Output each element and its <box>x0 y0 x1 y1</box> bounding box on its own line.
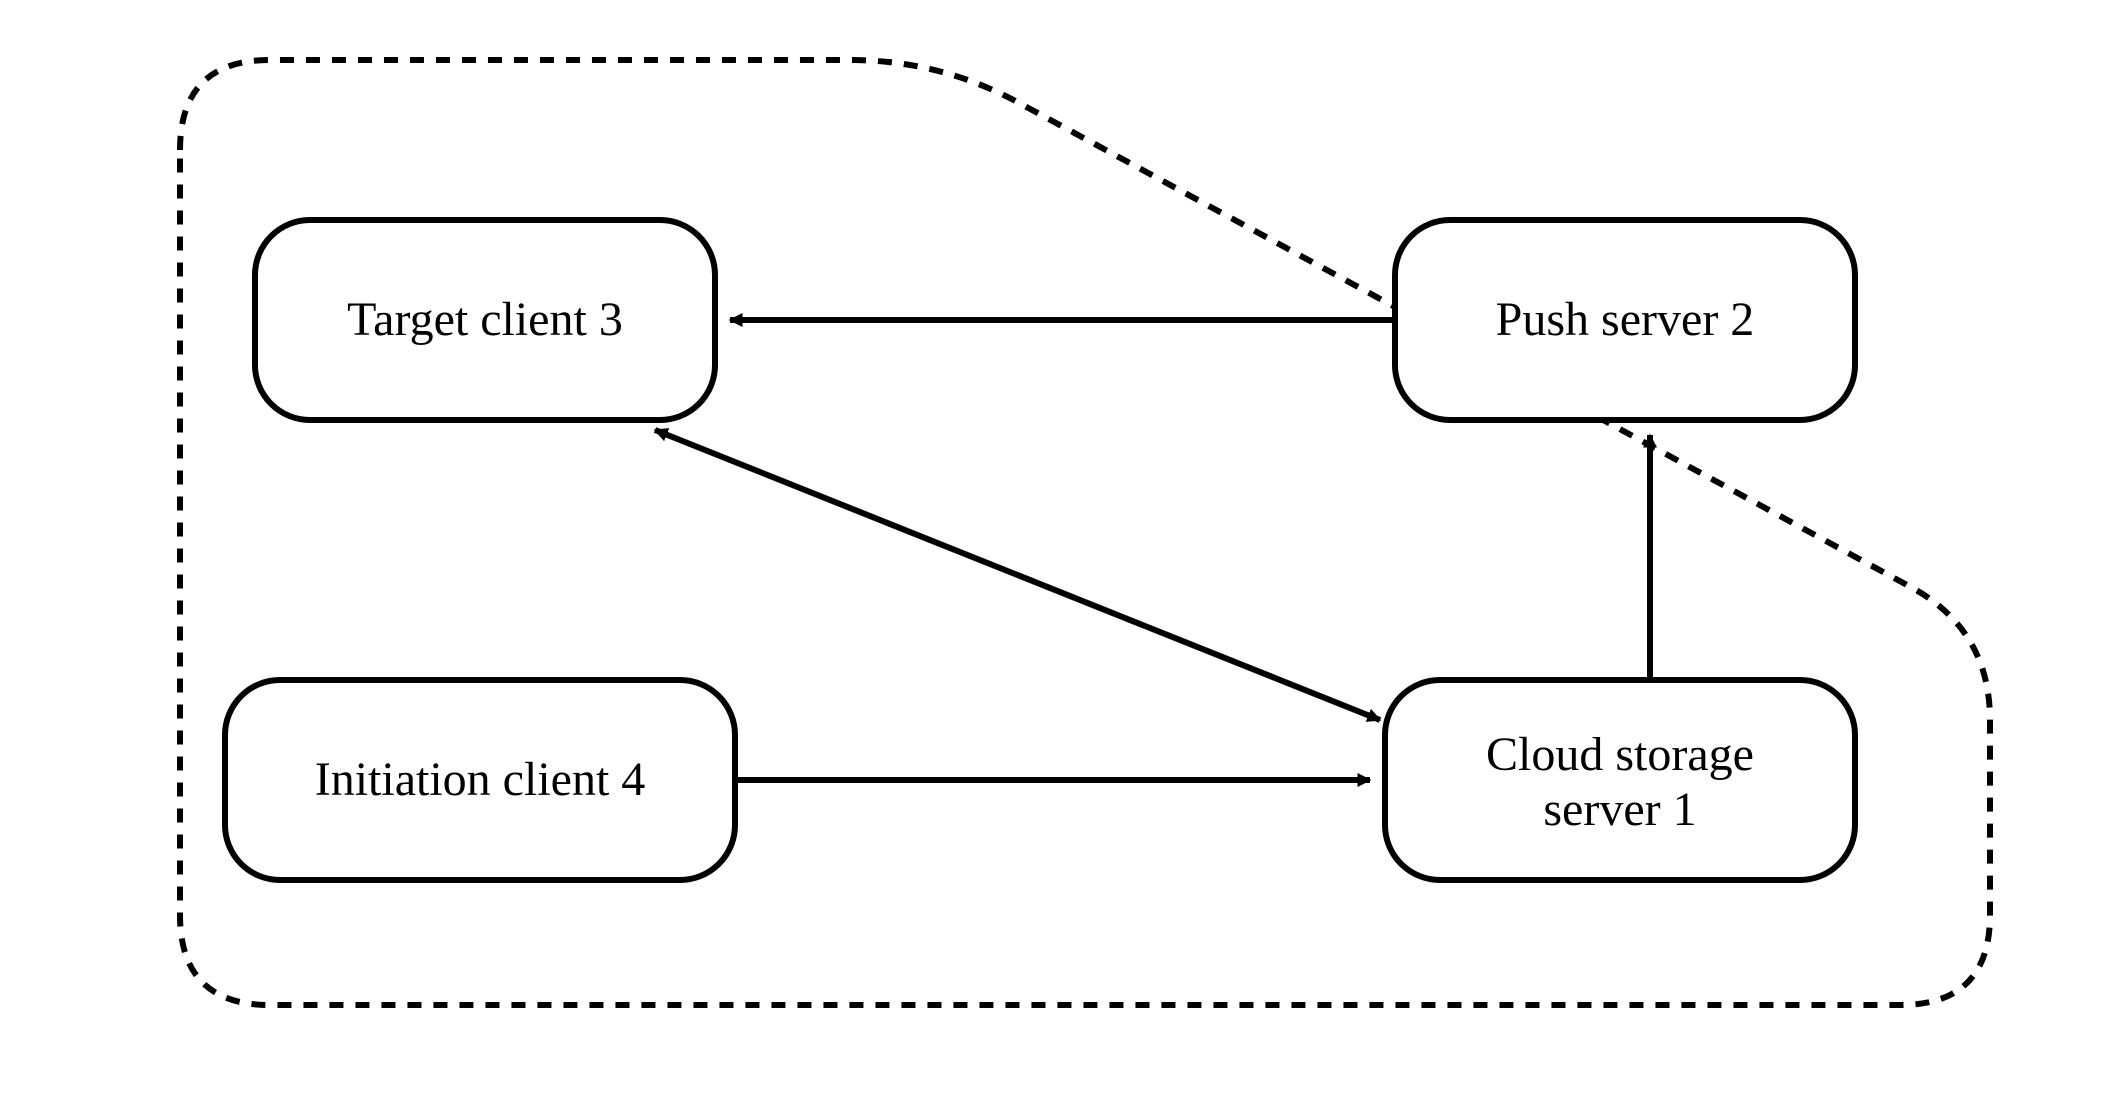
diagram-canvas: Target client 3 Push server 2 Initiation… <box>0 0 2126 1115</box>
node-push-server: Push server 2 <box>1395 220 1855 420</box>
label-initiation-client: Initiation client 4 <box>315 753 646 806</box>
label-cloud-storage-line1: Cloud storage <box>1486 728 1754 781</box>
label-push-server: Push server 2 <box>1496 293 1755 346</box>
diagram-svg: Target client 3 Push server 2 Initiation… <box>0 0 2126 1115</box>
node-target-client: Target client 3 <box>255 220 715 420</box>
node-cloud-storage-server: Cloud storage server 1 <box>1385 680 1855 880</box>
arrow-target-cloud-bidirectional <box>655 430 1380 720</box>
label-target-client: Target client 3 <box>347 293 623 346</box>
label-cloud-storage-line2: server 1 <box>1543 783 1696 836</box>
node-initiation-client: Initiation client 4 <box>225 680 735 880</box>
